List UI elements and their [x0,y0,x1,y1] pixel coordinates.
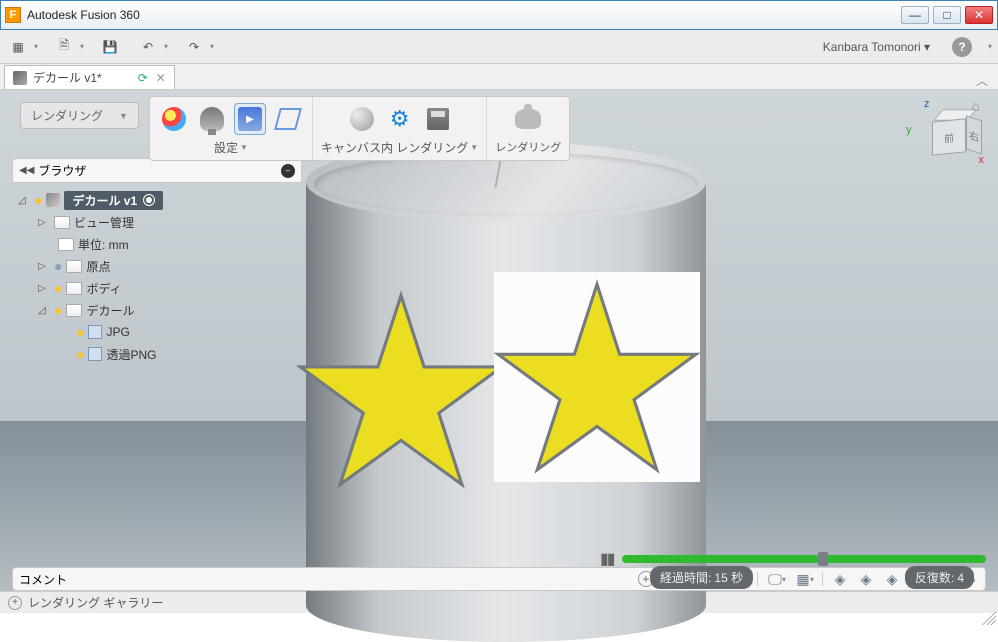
environment-button[interactable] [234,103,266,135]
folder-icon [54,216,70,229]
visibility-bulb-icon[interactable]: ● [76,324,84,340]
help-button[interactable]: ? [952,37,972,57]
document-close-icon[interactable]: ✕ [156,71,166,85]
browser-panel: ◀◀ ブラウザ – ◿ ● デカール v1 ▷ ビュー管理 単位: mm ▷● [12,158,302,365]
ribbon-render-label: レンダリング [495,139,561,155]
tree-root[interactable]: ◿ ● デカール v1 [12,189,302,211]
iteration-pill: 反復数: 4 [905,566,974,589]
axis-z-label: z [924,98,930,110]
decal-square [494,272,700,482]
browser-collapse-icon[interactable]: ◀◀ [19,165,34,176]
tree-view-mgmt[interactable]: ▷ ビュー管理 [12,211,302,233]
render-settings-button[interactable]: ⚙ [384,103,416,135]
grid-menu-button[interactable]: ▦ [6,35,30,59]
visibility-bulb-icon[interactable]: ● [54,280,62,296]
viewport-3-icon[interactable]: ◈ [883,570,901,588]
active-component-radio[interactable] [143,194,155,206]
tree-decal-folder[interactable]: ◿● デカール [12,299,302,321]
folder-icon [66,260,82,273]
ribbon-canvasrender-label: キャンバス内 レンダリング [321,139,468,156]
gallery-expand-icon[interactable]: + [8,596,22,610]
document-tab[interactable]: デカール v1* ⟳ ✕ [4,65,175,89]
folder-icon [66,304,82,317]
axis-y-label: y [906,124,912,136]
collapse-ribbon-button[interactable]: ︿ [970,72,994,89]
image-icon [88,347,102,361]
user-menu[interactable]: Kanbara Tomonori ▾ [823,40,930,54]
document-refresh-icon[interactable]: ⟳ [138,71,148,85]
axis-x-label: x [979,154,985,166]
decal-star-right [494,272,700,482]
document-tab-label: デカール v1 [33,71,97,85]
workspace-label: レンダリング [31,107,103,124]
document-tab-row: デカール v1* ⟳ ✕ ︿ [0,64,998,90]
incanvas-render-button[interactable] [346,103,378,135]
appearance-button[interactable] [158,103,190,135]
elapsed-time-pill: 経過時間: 15 秒 [650,566,753,589]
tree-body[interactable]: ▷● ボディ [12,277,302,299]
tree-decal-png[interactable]: ● 透過PNG [12,343,302,365]
decal-star-left [296,270,506,510]
decal-button[interactable] [272,103,304,135]
pause-button[interactable]: ▮▮ [600,549,614,569]
viewcube-front-face[interactable]: 前 [932,118,966,156]
redo-button[interactable]: ↷ [182,35,206,59]
window-minimize-button[interactable]: — [901,6,929,24]
viewport-2-icon[interactable]: ◈ [857,570,875,588]
file-menu-button[interactable]: 🗎 [52,35,76,59]
viewcube-right-face[interactable]: 右 [966,115,982,154]
progress-track[interactable] [622,555,986,563]
app-icon: F [5,7,21,23]
render-button[interactable] [512,103,544,135]
undo-button[interactable]: ↶ [136,35,160,59]
window-title: Autodesk Fusion 360 [27,8,901,22]
capture-button[interactable] [422,103,454,135]
document-icon [58,238,74,251]
visibility-bulb-icon[interactable]: ● [76,346,84,362]
ribbon-toolbar: 設定 ▼ ⚙ キャンバス内 レンダリング ▼ レンダリング [149,96,570,161]
window-maximize-button[interactable]: □ [933,6,961,24]
visibility-bulb-icon[interactable]: ● [54,258,62,274]
save-button[interactable]: 💾 [98,35,122,59]
tree-decal-jpg[interactable]: ● JPG [12,321,302,343]
visibility-bulb-icon[interactable]: ● [34,192,42,208]
document-tab-icon [13,71,27,85]
component-icon [46,193,60,207]
image-icon [88,325,102,339]
browser-pin-icon[interactable]: – [281,164,295,178]
viewport-1-icon[interactable]: ◈ [831,570,849,588]
tree-origin[interactable]: ▷● 原点 [12,255,302,277]
visibility-bulb-icon[interactable]: ● [54,302,62,318]
window-resize-grip[interactable] [982,611,996,625]
folder-icon [66,282,82,295]
window-close-button[interactable]: ✕ [965,6,993,24]
gallery-label: レンダリング ギャラリー [28,594,163,611]
ribbon-setup-label: 設定 [214,139,238,156]
workspace-selector[interactable]: レンダリング ▼ [20,102,139,129]
quick-access-toolbar: ▦▾ 🗎▾ 💾 ↶▾ ↷▾ Kanbara Tomonori ▾ ?▾ [0,30,998,64]
scene-settings-button[interactable] [196,103,228,135]
window-titlebar: F Autodesk Fusion 360 — □ ✕ [0,0,998,30]
viewcube[interactable]: z y x ⌂ 右 前 [906,98,986,188]
progress-thumb[interactable] [818,552,828,566]
tree-units[interactable]: 単位: mm [12,233,302,255]
comment-label: コメント [19,571,67,588]
browser-title: ブラウザ [38,162,86,179]
